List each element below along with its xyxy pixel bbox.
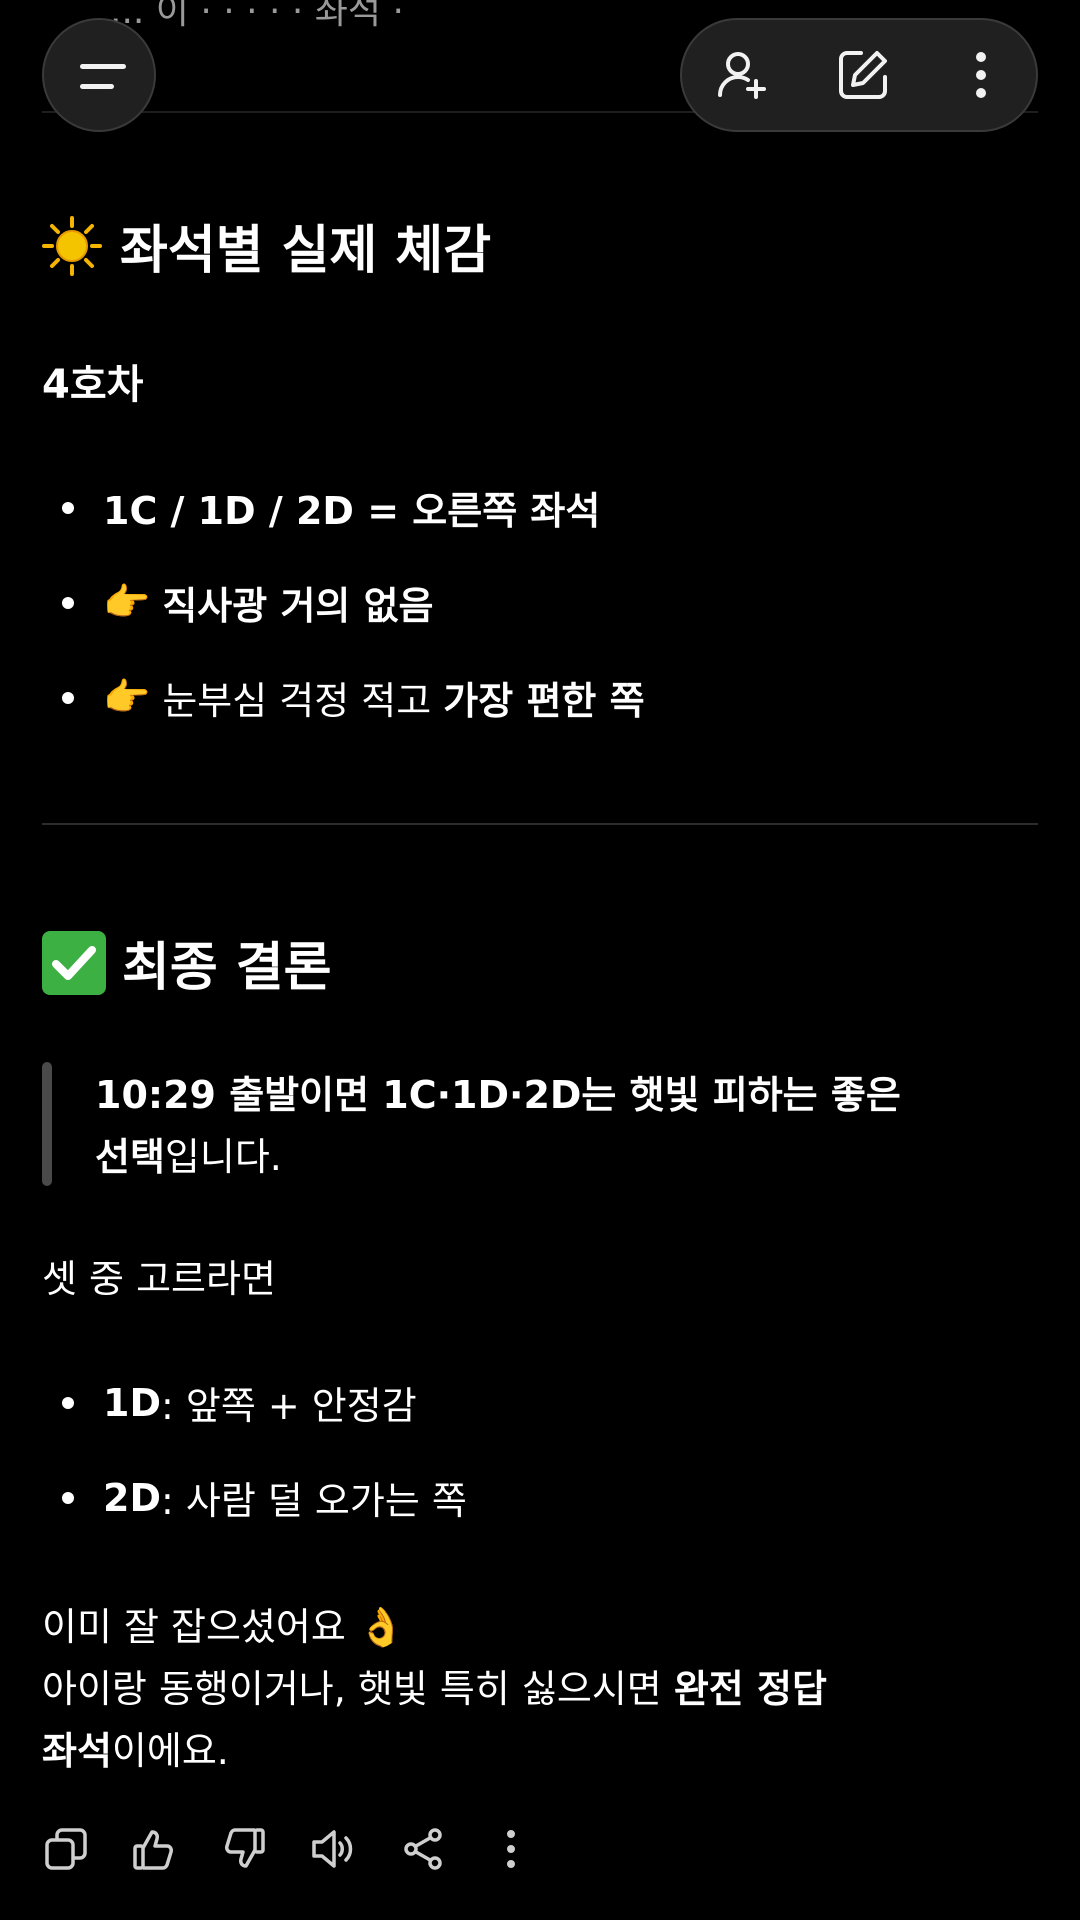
car-number-heading: 4호차	[42, 362, 144, 408]
previous-text-cutoff: ... 이 · · · · · 좌석 ·	[110, 0, 404, 32]
list-item: 2D : 사람 덜 오가는 쪽	[62, 1470, 467, 1525]
sun-icon	[42, 215, 102, 276]
list-item: 1C / 1D / 2D = 오른쪽 좌석	[62, 480, 600, 535]
list-item-text: 1C / 1D / 2D = 오른쪽 좌석	[103, 489, 601, 533]
share-icon[interactable]	[400, 1826, 446, 1872]
bullet-dot	[62, 596, 74, 609]
blockquote: 10:29 출발이면 1C·1D·2D는 햇빛 피하는 좋은 선택입니다.	[95, 1064, 901, 1188]
bullet-dot	[62, 1491, 74, 1504]
check-icon	[42, 930, 106, 995]
section-title: 최종 결론	[122, 938, 332, 998]
seat-label: 2D	[103, 1475, 161, 1520]
list-item: 👉 눈부심 걱정 적고 가장 편한 쪽	[62, 670, 645, 725]
add-person-icon[interactable]	[716, 47, 772, 103]
section-heading-conclusion: 최종 결론	[42, 925, 331, 1000]
bullet-dot	[62, 691, 74, 704]
seat-description: : 사람 덜 오가는 쪽	[160, 1479, 467, 1523]
thumbs-up-icon[interactable]	[131, 1826, 177, 1872]
speaker-icon[interactable]	[310, 1826, 356, 1872]
section-heading-seats: 좌석별 실제 체감	[42, 208, 491, 283]
closing-line: 좌석이에요.	[42, 1729, 229, 1773]
quote-line: 선택입니다.	[95, 1135, 282, 1179]
paragraph: 셋 중 고르라면	[42, 1257, 276, 1301]
closing-line: 이미 잘 잡으셨어요 👌	[42, 1605, 406, 1649]
pointing-hand-icon: 👉	[103, 675, 151, 719]
blockquote-bar	[42, 1062, 52, 1186]
copy-icon[interactable]	[43, 1826, 89, 1872]
seat-description: : 앞쪽 + 안정감	[160, 1384, 417, 1428]
more-vertical-icon[interactable]	[953, 47, 1009, 103]
divider	[42, 823, 1038, 825]
list-item: 1D : 앞쪽 + 안정감	[62, 1375, 417, 1430]
seat-label: 1D	[103, 1380, 161, 1425]
bullet-dot	[62, 1396, 74, 1409]
thumbs-down-icon[interactable]	[221, 1826, 267, 1872]
quote-line: 10:29 출발이면 1C·1D·2D는 햇빛 피하는 좋은	[95, 1073, 901, 1117]
menu-button[interactable]	[42, 18, 156, 132]
pointing-hand-icon: 👉	[103, 580, 151, 624]
list-item: 👉 직사광 거의 없음	[62, 575, 434, 630]
list-item-text: 눈부심 걱정 적고	[162, 679, 444, 723]
list-item-bold-text: 가장 편한 쪽	[443, 679, 645, 723]
chat-response-view: ... 이 · · · · · 좌석 · 좌석별 실제 체감 4호차 1C / …	[0, 0, 1080, 1920]
bullet-dot	[62, 501, 74, 514]
closing-paragraph: 이미 잘 잡으셨어요 👌 아이랑 동행이거나, 햇빛 특히 싫으시면 완전 정답…	[42, 1596, 827, 1782]
more-vertical-icon[interactable]	[488, 1826, 534, 1872]
section-title: 좌석별 실제 체감	[120, 221, 492, 281]
header-actions	[680, 18, 1038, 132]
closing-line: 아이랑 동행이거나, 햇빛 특히 싫으시면 완전 정답	[42, 1667, 827, 1711]
list-item-text: 직사광 거의 없음	[162, 584, 434, 628]
edit-icon[interactable]	[835, 47, 891, 103]
